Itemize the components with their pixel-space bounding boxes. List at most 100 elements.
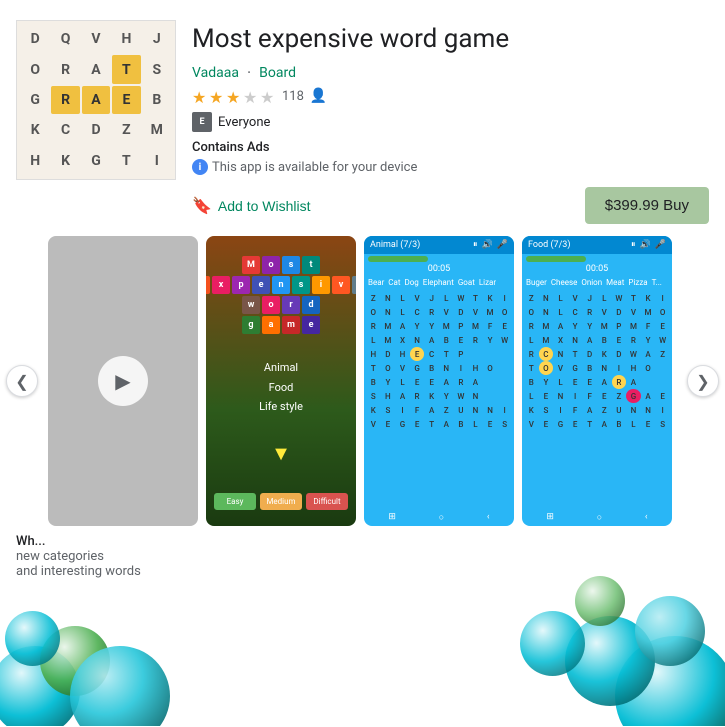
label-pizza: Pizza bbox=[628, 278, 647, 287]
tile-d: d bbox=[302, 296, 320, 314]
home-icon-2: ⊞ bbox=[546, 512, 554, 523]
label-dog: Dog bbox=[404, 278, 418, 287]
tile-a: a bbox=[262, 316, 280, 334]
developer-link[interactable]: Vadaaa bbox=[192, 65, 239, 81]
bubble-7 bbox=[635, 596, 705, 666]
label-meat: Meat bbox=[606, 278, 624, 287]
age-rating-row: E Everyone bbox=[192, 112, 709, 132]
star-5: ★ bbox=[260, 88, 276, 104]
tile-g: g bbox=[242, 316, 260, 334]
label-lizar: Lizar bbox=[479, 278, 496, 287]
grid-cell: J bbox=[143, 25, 171, 53]
grid-cell: Q bbox=[51, 25, 79, 53]
category-food: Food bbox=[259, 378, 303, 398]
wishlist-label: Add to Wishlist bbox=[218, 198, 311, 214]
features-item-2: and interesting words bbox=[16, 564, 141, 579]
circle-icon: ○ bbox=[439, 512, 444, 523]
features-item-1: new categories bbox=[16, 549, 104, 564]
timer-bar bbox=[368, 256, 428, 262]
screen-footer-3: ⊞ ○ ‹ bbox=[522, 509, 672, 526]
medium-btn: Medium bbox=[260, 493, 302, 510]
grid-cell-highlighted: A bbox=[82, 86, 110, 114]
circle-icon-2: ○ bbox=[597, 512, 602, 523]
tile-o2: o bbox=[262, 296, 280, 314]
label-elephant: Elephant bbox=[423, 278, 454, 287]
play-button[interactable]: ▶ bbox=[98, 356, 148, 406]
back-icon: ‹ bbox=[487, 512, 490, 523]
available-notice: i This app is available for your device bbox=[192, 159, 709, 175]
screen-footer-2: ⊞ ○ ‹ bbox=[364, 509, 514, 526]
label-bear: Bear bbox=[368, 278, 384, 287]
app-icon: D Q V H J O R A T S G R A E B K C D Z M … bbox=[16, 20, 176, 180]
label-onion: Onion bbox=[581, 278, 602, 287]
tile-p: p bbox=[232, 276, 250, 294]
category-animal: Animal bbox=[259, 358, 303, 378]
tile-o: o bbox=[262, 256, 280, 274]
tile-e3: e bbox=[352, 276, 356, 294]
screenshot-1: M o s t e x p e n s i v e w bbox=[206, 236, 356, 526]
back-icon-2: ‹ bbox=[645, 512, 648, 523]
info-icon: i bbox=[192, 159, 208, 175]
screenshot-2: Animal (7/3) ⏸ 🔊 🎤 00:05 Bear Cat Dog El… bbox=[364, 236, 514, 526]
star-4: ★ bbox=[243, 88, 259, 104]
category-link[interactable]: Board bbox=[259, 65, 296, 81]
mic-icon: 🎤 bbox=[497, 240, 508, 250]
grid-cell: I bbox=[143, 147, 171, 175]
grid-cell-highlighted: T bbox=[112, 55, 140, 83]
bottom-section: Wh... new categories and interesting wor… bbox=[0, 526, 725, 726]
label-t: T... bbox=[652, 278, 662, 287]
left-chevron-icon: ❮ bbox=[15, 372, 28, 391]
star-2: ★ bbox=[209, 88, 225, 104]
add-to-wishlist-button[interactable]: 🔖 Add to Wishlist bbox=[192, 196, 311, 216]
grid-cell: G bbox=[82, 147, 110, 175]
pause-icon-2: ⏸ bbox=[631, 240, 636, 250]
tile-s2: s bbox=[292, 276, 310, 294]
grid-cell: V bbox=[82, 25, 110, 53]
star-rating: ★ ★ ★ ★ ★ bbox=[192, 88, 276, 104]
grid-cell: D bbox=[21, 25, 49, 53]
tile-e: e bbox=[206, 276, 210, 294]
screenshots-container: ▶ M o s t e x p e n s i bbox=[0, 236, 725, 526]
bubble-8 bbox=[575, 576, 625, 626]
timer-display-2: 00:05 bbox=[522, 264, 672, 274]
home-icon: ⊞ bbox=[388, 512, 396, 523]
label-buger: Buger bbox=[526, 278, 547, 287]
screen-column-labels-3: Buger Cheese Onion Meat Pizza T... bbox=[522, 276, 672, 289]
label-goat: Goat bbox=[458, 278, 475, 287]
tile-e2: e bbox=[252, 276, 270, 294]
available-text: This app is available for your device bbox=[212, 160, 417, 175]
down-arrow-icon: ▼ bbox=[271, 441, 291, 466]
title-word-most: M o s t bbox=[242, 256, 320, 274]
app-info: Most expensive word game Vadaaa · Board … bbox=[192, 20, 709, 224]
scroll-left-arrow[interactable]: ❮ bbox=[6, 365, 38, 397]
grid-cell: T bbox=[112, 147, 140, 175]
grid-cell: G bbox=[21, 86, 49, 114]
category-label-food: Food (7/3) bbox=[528, 240, 571, 250]
features-text: Wh... new categories and interesting wor… bbox=[0, 526, 725, 579]
grid-cell: H bbox=[112, 25, 140, 53]
mic-icon-2: 🎤 bbox=[655, 240, 666, 250]
tile-i: i bbox=[312, 276, 330, 294]
word-search-grid-3: ZNLVJLWTKI ONLCRVDVMO RMAYYMPMFE LMXNABE… bbox=[522, 289, 672, 509]
star-3: ★ bbox=[226, 88, 242, 104]
play-icon: ▶ bbox=[115, 369, 130, 393]
scroll-right-arrow[interactable]: ❯ bbox=[687, 365, 719, 397]
person-icon: 👤 bbox=[310, 88, 327, 104]
grid-cell: H bbox=[21, 147, 49, 175]
right-chevron-icon: ❯ bbox=[696, 372, 709, 391]
video-thumbnail[interactable]: ▶ bbox=[48, 236, 198, 526]
grid-cell: B bbox=[143, 86, 171, 114]
separator: · bbox=[247, 63, 251, 82]
category-label-animal: Animal (7/3) bbox=[370, 240, 420, 250]
grid-cell: K bbox=[21, 116, 49, 144]
grid-cell: Z bbox=[112, 116, 140, 144]
screen-header-2: Animal (7/3) ⏸ 🔊 🎤 bbox=[364, 236, 514, 254]
bookmark-icon: 🔖 bbox=[192, 196, 212, 216]
features-intro: Wh... bbox=[16, 534, 46, 549]
label-cat: Cat bbox=[388, 278, 400, 287]
volume-icon: 🔊 bbox=[482, 240, 493, 250]
bubble-3 bbox=[5, 611, 60, 666]
app-header: D Q V H J O R A T S G R A E B K C D Z M … bbox=[0, 0, 725, 236]
rating-row: ★ ★ ★ ★ ★ 118 👤 bbox=[192, 88, 709, 104]
buy-button[interactable]: $399.99 Buy bbox=[585, 187, 709, 224]
